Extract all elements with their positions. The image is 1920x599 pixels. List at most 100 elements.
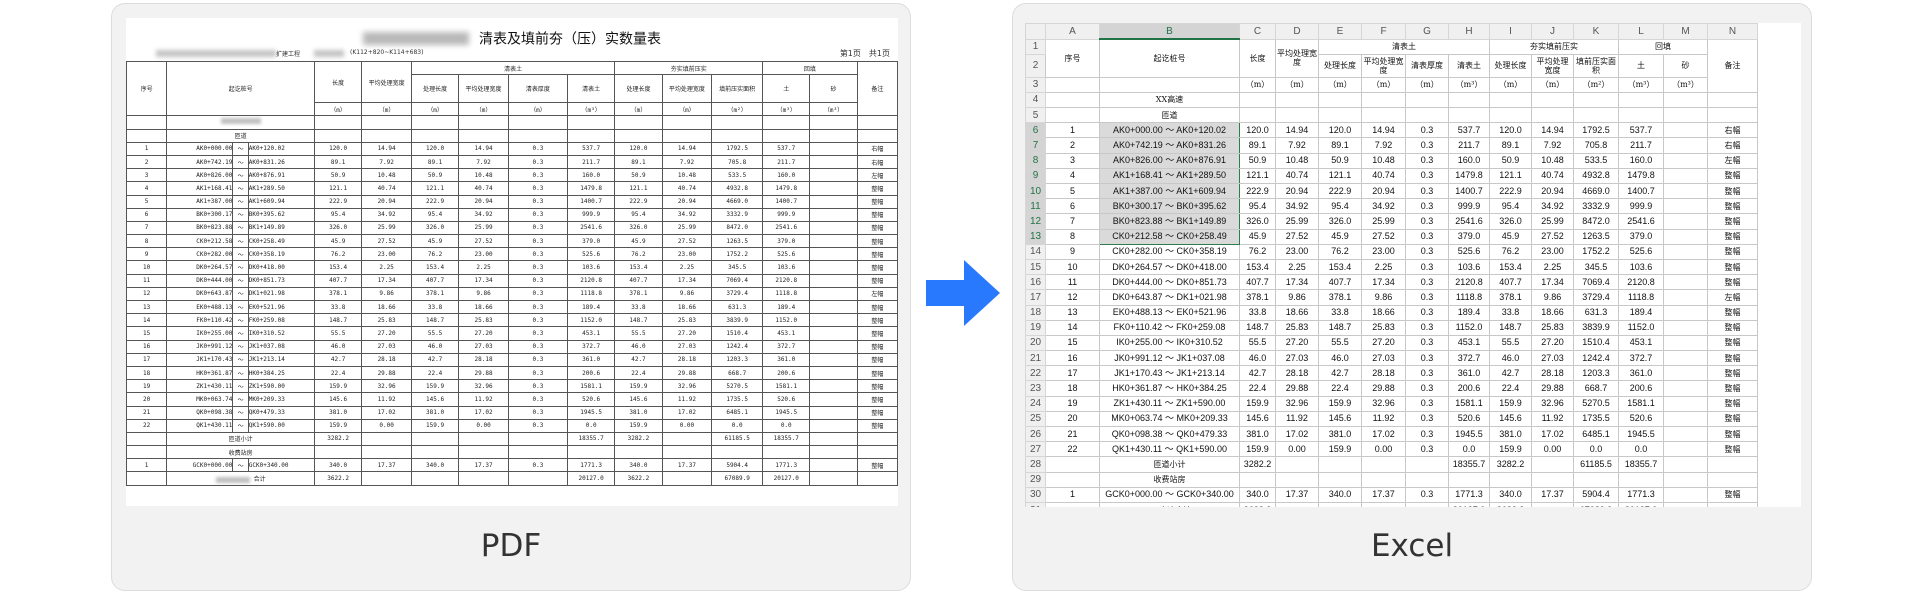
xl-cell-area[interactable]: 8472.0 [1573,213,1619,230]
xl-cell-d[interactable]: 0.3 [1405,410,1449,428]
xl-cell-soil[interactable]: 1400.7 [1448,182,1490,200]
xl-cell-stake[interactable]: DK0+444.00 ～ DK0+851.73 [1099,274,1240,291]
xl-cell-stake[interactable]: QK1+430.11 ～ QK1+590.00 [1099,441,1240,458]
xl-cell-qw[interactable]: 23.00 [1361,243,1406,260]
xl-cell-hw[interactable]: 18.66 [1531,304,1574,321]
xl-cell-w[interactable]: 28.18 [1275,365,1319,382]
xl-cell-seq[interactable]: 8 [1045,228,1100,245]
col-header-a[interactable]: A [1045,23,1100,40]
xl-cell-note[interactable]: 整幅 [1707,304,1758,321]
xl-cell-sand[interactable] [1663,350,1708,367]
xl-cell-w[interactable]: 17.34 [1275,274,1319,291]
xl-cell-soil[interactable]: 200.6 [1448,380,1490,397]
xl-cell-d[interactable]: 0.3 [1405,380,1449,397]
xl-cell-qw[interactable]: 25.83 [1361,319,1406,336]
xl-cell-area[interactable]: 533.5 [1573,152,1619,169]
xl-cell-seq[interactable]: 7 [1045,213,1100,230]
xl-cell-stake[interactable]: JK1+170.43 ～ JK1+213.14 [1099,365,1240,382]
xl-cell-hlen[interactable]: 326.0 [1489,213,1532,230]
xl-cell-area[interactable]: 1792.5 [1573,122,1619,139]
xl-cell-stake[interactable]: BK0+823.88 ～ BK1+149.89 [1099,213,1240,230]
xl-cell-qlen[interactable]: 159.9 [1318,441,1362,458]
xl-cell-hw[interactable]: 25.99 [1531,213,1574,230]
xl-cell-note[interactable]: 整幅 [1707,425,1758,443]
xl-cell-d[interactable]: 0.3 [1405,365,1449,382]
xl-cell-qw[interactable]: 17.34 [1361,274,1406,291]
row-header-17[interactable]: 17 [1025,289,1046,306]
xl-cell-area[interactable]: 0.0 [1573,441,1619,458]
xl-cell-len[interactable]: 46.0 [1239,350,1276,367]
xl-cell-qlen[interactable]: 22.4 [1318,380,1362,397]
xl-cell-hlen[interactable]: 95.4 [1489,198,1532,215]
xl-cell-hts[interactable]: 103.6 [1618,258,1664,276]
xl-cell-w[interactable]: 0.00 [1275,441,1319,458]
xl-cell-hw[interactable]: 32.96 [1531,395,1574,412]
xl-cell-qw[interactable]: 27.03 [1361,350,1406,367]
xl-cell-qw[interactable]: 9.86 [1361,289,1406,306]
xl-cell-qlen[interactable]: 95.4 [1318,198,1362,215]
xl-cell-d[interactable]: 0.3 [1405,289,1449,306]
xl-cell-w[interactable]: 14.94 [1275,122,1319,139]
xl-cell-hts[interactable]: 1400.7 [1618,182,1664,200]
xl-cell-qlen[interactable]: 42.7 [1318,365,1362,382]
xl-cell-hlen[interactable]: 121.1 [1489,167,1532,185]
xl-cell-hts[interactable]: 200.6 [1618,380,1664,397]
xl-cell-qw[interactable]: 17.02 [1361,425,1406,443]
xl-cell-d[interactable]: 0.3 [1405,137,1449,154]
xl-cell-qlen[interactable]: 121.1 [1318,167,1362,185]
xl-cell-seq[interactable]: 9 [1045,243,1100,260]
xl-cell-hts[interactable]: 2541.6 [1618,213,1664,230]
row-header-6[interactable]: 6 [1025,122,1046,139]
row-header-13[interactable]: 13 [1025,228,1046,245]
xl-cell-hw[interactable]: 17.02 [1531,425,1574,443]
xl-cell-stake[interactable]: AK0+000.00 ～ AK0+120.02 [1099,122,1240,139]
xl-cell-note[interactable]: 整幅 [1707,334,1758,352]
xl-cell-d[interactable]: 0.3 [1405,425,1449,443]
xl-cell-qlen[interactable]: 89.1 [1318,137,1362,154]
xl-cell-note[interactable]: 左幅 [1707,289,1758,306]
xl-cell-note[interactable]: 整幅 [1707,410,1758,428]
xl-cell-stake[interactable]: QK0+098.38 ～ QK0+479.33 [1099,425,1240,443]
xl-cell-seq[interactable]: 13 [1045,304,1100,321]
xl-cell-qlen[interactable]: 153.4 [1318,258,1362,276]
xl-cell-hlen[interactable]: 89.1 [1489,137,1532,154]
xl-cell-area[interactable]: 5270.5 [1573,395,1619,412]
xl-cell-w[interactable]: 25.99 [1275,213,1319,230]
xl-cell-qlen[interactable]: 222.9 [1318,182,1362,200]
xl-cell-len[interactable]: 326.0 [1239,213,1276,230]
xl-cell-seq[interactable]: 17 [1045,365,1100,382]
xl-cell-len[interactable]: 89.1 [1239,137,1276,154]
xl-cell-note[interactable]: 整幅 [1707,213,1758,230]
xl-cell-note[interactable]: 整幅 [1707,243,1758,260]
col-header-l[interactable]: L [1618,23,1664,40]
xl-cell-hts[interactable]: 189.4 [1618,304,1664,321]
xl-cell-sand[interactable] [1663,137,1708,154]
xl-cell-d[interactable]: 0.3 [1405,213,1449,230]
row-header-31[interactable]: 31 [1025,501,1046,507]
xl-cell-len[interactable]: 50.9 [1239,152,1276,169]
xl-cell-qlen[interactable]: 381.0 [1318,425,1362,443]
xl-cell-hts[interactable]: 537.7 [1618,122,1664,139]
xl-cell-hts[interactable]: 372.7 [1618,350,1664,367]
xl-cell-soil[interactable]: 2120.8 [1448,274,1490,291]
xl-cell-sand[interactable] [1663,243,1708,260]
xl-cell-stake[interactable]: AK0+742.19 ～ AK0+831.26 [1099,137,1240,154]
xl-cell-d[interactable]: 0.3 [1405,274,1449,291]
xl-cell-hlen[interactable]: 50.9 [1489,152,1532,169]
xl-cell-qw[interactable]: 29.88 [1361,380,1406,397]
xl-cell-hw[interactable]: 10.48 [1531,152,1574,169]
xl-cell-len[interactable]: 76.2 [1239,243,1276,260]
xl-cell-area[interactable]: 7069.4 [1573,274,1619,291]
xl-cell-qlen[interactable]: 76.2 [1318,243,1362,260]
col-header-g[interactable]: G [1405,23,1449,40]
xl-cell-hts[interactable]: 525.6 [1618,243,1664,260]
xl-cell-sand[interactable] [1663,228,1708,245]
xl-cell-soil[interactable]: 1118.8 [1448,289,1490,306]
xl-cell-soil[interactable]: 0.0 [1448,441,1490,458]
xl-cell-hlen[interactable]: 159.9 [1489,395,1532,412]
xl-cell-hw[interactable]: 7.92 [1531,137,1574,154]
xl-cell-soil[interactable]: 1945.5 [1448,425,1490,443]
xl-cell-sand[interactable] [1663,182,1708,200]
col-header-j[interactable]: J [1531,23,1574,40]
xl-cell-note[interactable]: 整幅 [1707,319,1758,336]
